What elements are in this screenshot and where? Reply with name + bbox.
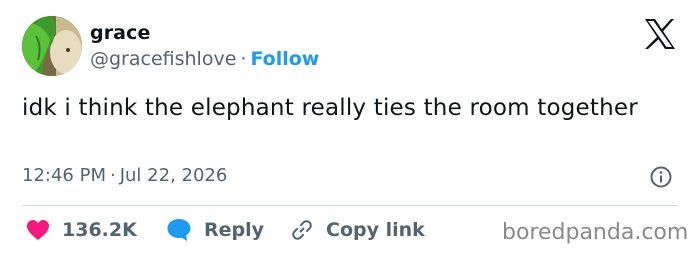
tweet-card: grace @gracefishlove · Follow idk i think … (0, 0, 700, 256)
copy-link-label: Copy link (326, 219, 425, 241)
avatar-icon (22, 16, 82, 76)
watermark: boredpanda.com (502, 220, 689, 245)
tweet-text: idk i think the elephant really ties the… (22, 95, 638, 121)
tweet-time: 12:46 PM (22, 165, 106, 186)
tweet-date: Jul 22, 2026 (119, 165, 228, 186)
follow-button[interactable]: Follow (250, 48, 319, 70)
author-handle[interactable]: @gracefishlove (90, 48, 236, 70)
speech-bubble-icon (167, 219, 191, 241)
timestamp-separator: · (109, 165, 116, 186)
reply-button[interactable]: Reply (166, 216, 264, 244)
handle-separator: · (240, 48, 247, 70)
info-icon[interactable] (650, 166, 672, 188)
heart-icon (27, 220, 49, 240)
copy-link-button[interactable]: Copy link (290, 216, 425, 244)
x-logo-icon[interactable] (643, 18, 677, 50)
like-button[interactable]: 136.2K (26, 216, 137, 244)
avatar[interactable] (22, 16, 82, 76)
reply-label: Reply (204, 219, 265, 241)
divider (22, 205, 678, 206)
author-display-name[interactable]: grace (90, 22, 150, 44)
like-count: 136.2K (62, 219, 137, 241)
link-icon (292, 220, 312, 240)
author-handle-line: @gracefishlove · Follow (90, 48, 319, 70)
tweet-timestamp[interactable]: 12:46 PM · Jul 22, 2026 (22, 165, 227, 186)
